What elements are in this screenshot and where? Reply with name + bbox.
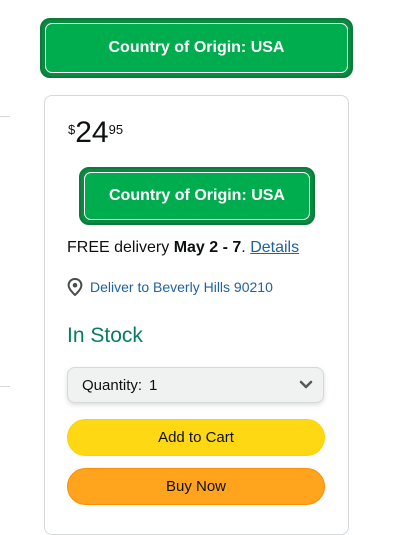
chevron-down-icon [299, 380, 313, 389]
price-fraction: 95 [108, 122, 124, 137]
stock-status: In Stock [67, 324, 143, 347]
country-of-origin-label: Country of Origin: USA [45, 23, 348, 73]
delivery-separator: . [241, 239, 251, 256]
country-of-origin-label: Country of Origin: USA [84, 172, 310, 220]
add-to-cart-button[interactable]: Add to Cart [67, 419, 325, 456]
country-of-origin-button-secondary[interactable]: Country of Origin: USA [79, 167, 315, 225]
deliver-to-text: Deliver to Beverly Hills 90210 [90, 279, 273, 295]
buy-box: $ 24 95 Country of Origin: USA FREE deli… [44, 95, 349, 535]
quantity-select[interactable]: Quantity: 1 [67, 367, 324, 403]
quantity-value: 1 [149, 376, 158, 394]
divider [0, 386, 10, 387]
delivery-dates: May 2 - 7 [173, 239, 242, 256]
delivery-details-link[interactable]: Details [250, 239, 299, 256]
price-symbol: $ [68, 122, 76, 137]
country-of-origin-button[interactable]: Country of Origin: USA [40, 18, 353, 78]
deliver-to-location[interactable]: Deliver to Beverly Hills 90210 [67, 278, 273, 296]
price: $ 24 95 [68, 116, 123, 156]
delivery-info: FREE delivery May 2 - 7. Details [67, 239, 299, 257]
buy-now-button[interactable]: Buy Now [67, 468, 325, 505]
price-whole: 24 [75, 116, 109, 149]
delivery-prefix: FREE delivery [67, 239, 174, 256]
quantity-label: Quantity: [82, 376, 143, 394]
divider [0, 116, 10, 117]
location-pin-icon [67, 278, 83, 296]
